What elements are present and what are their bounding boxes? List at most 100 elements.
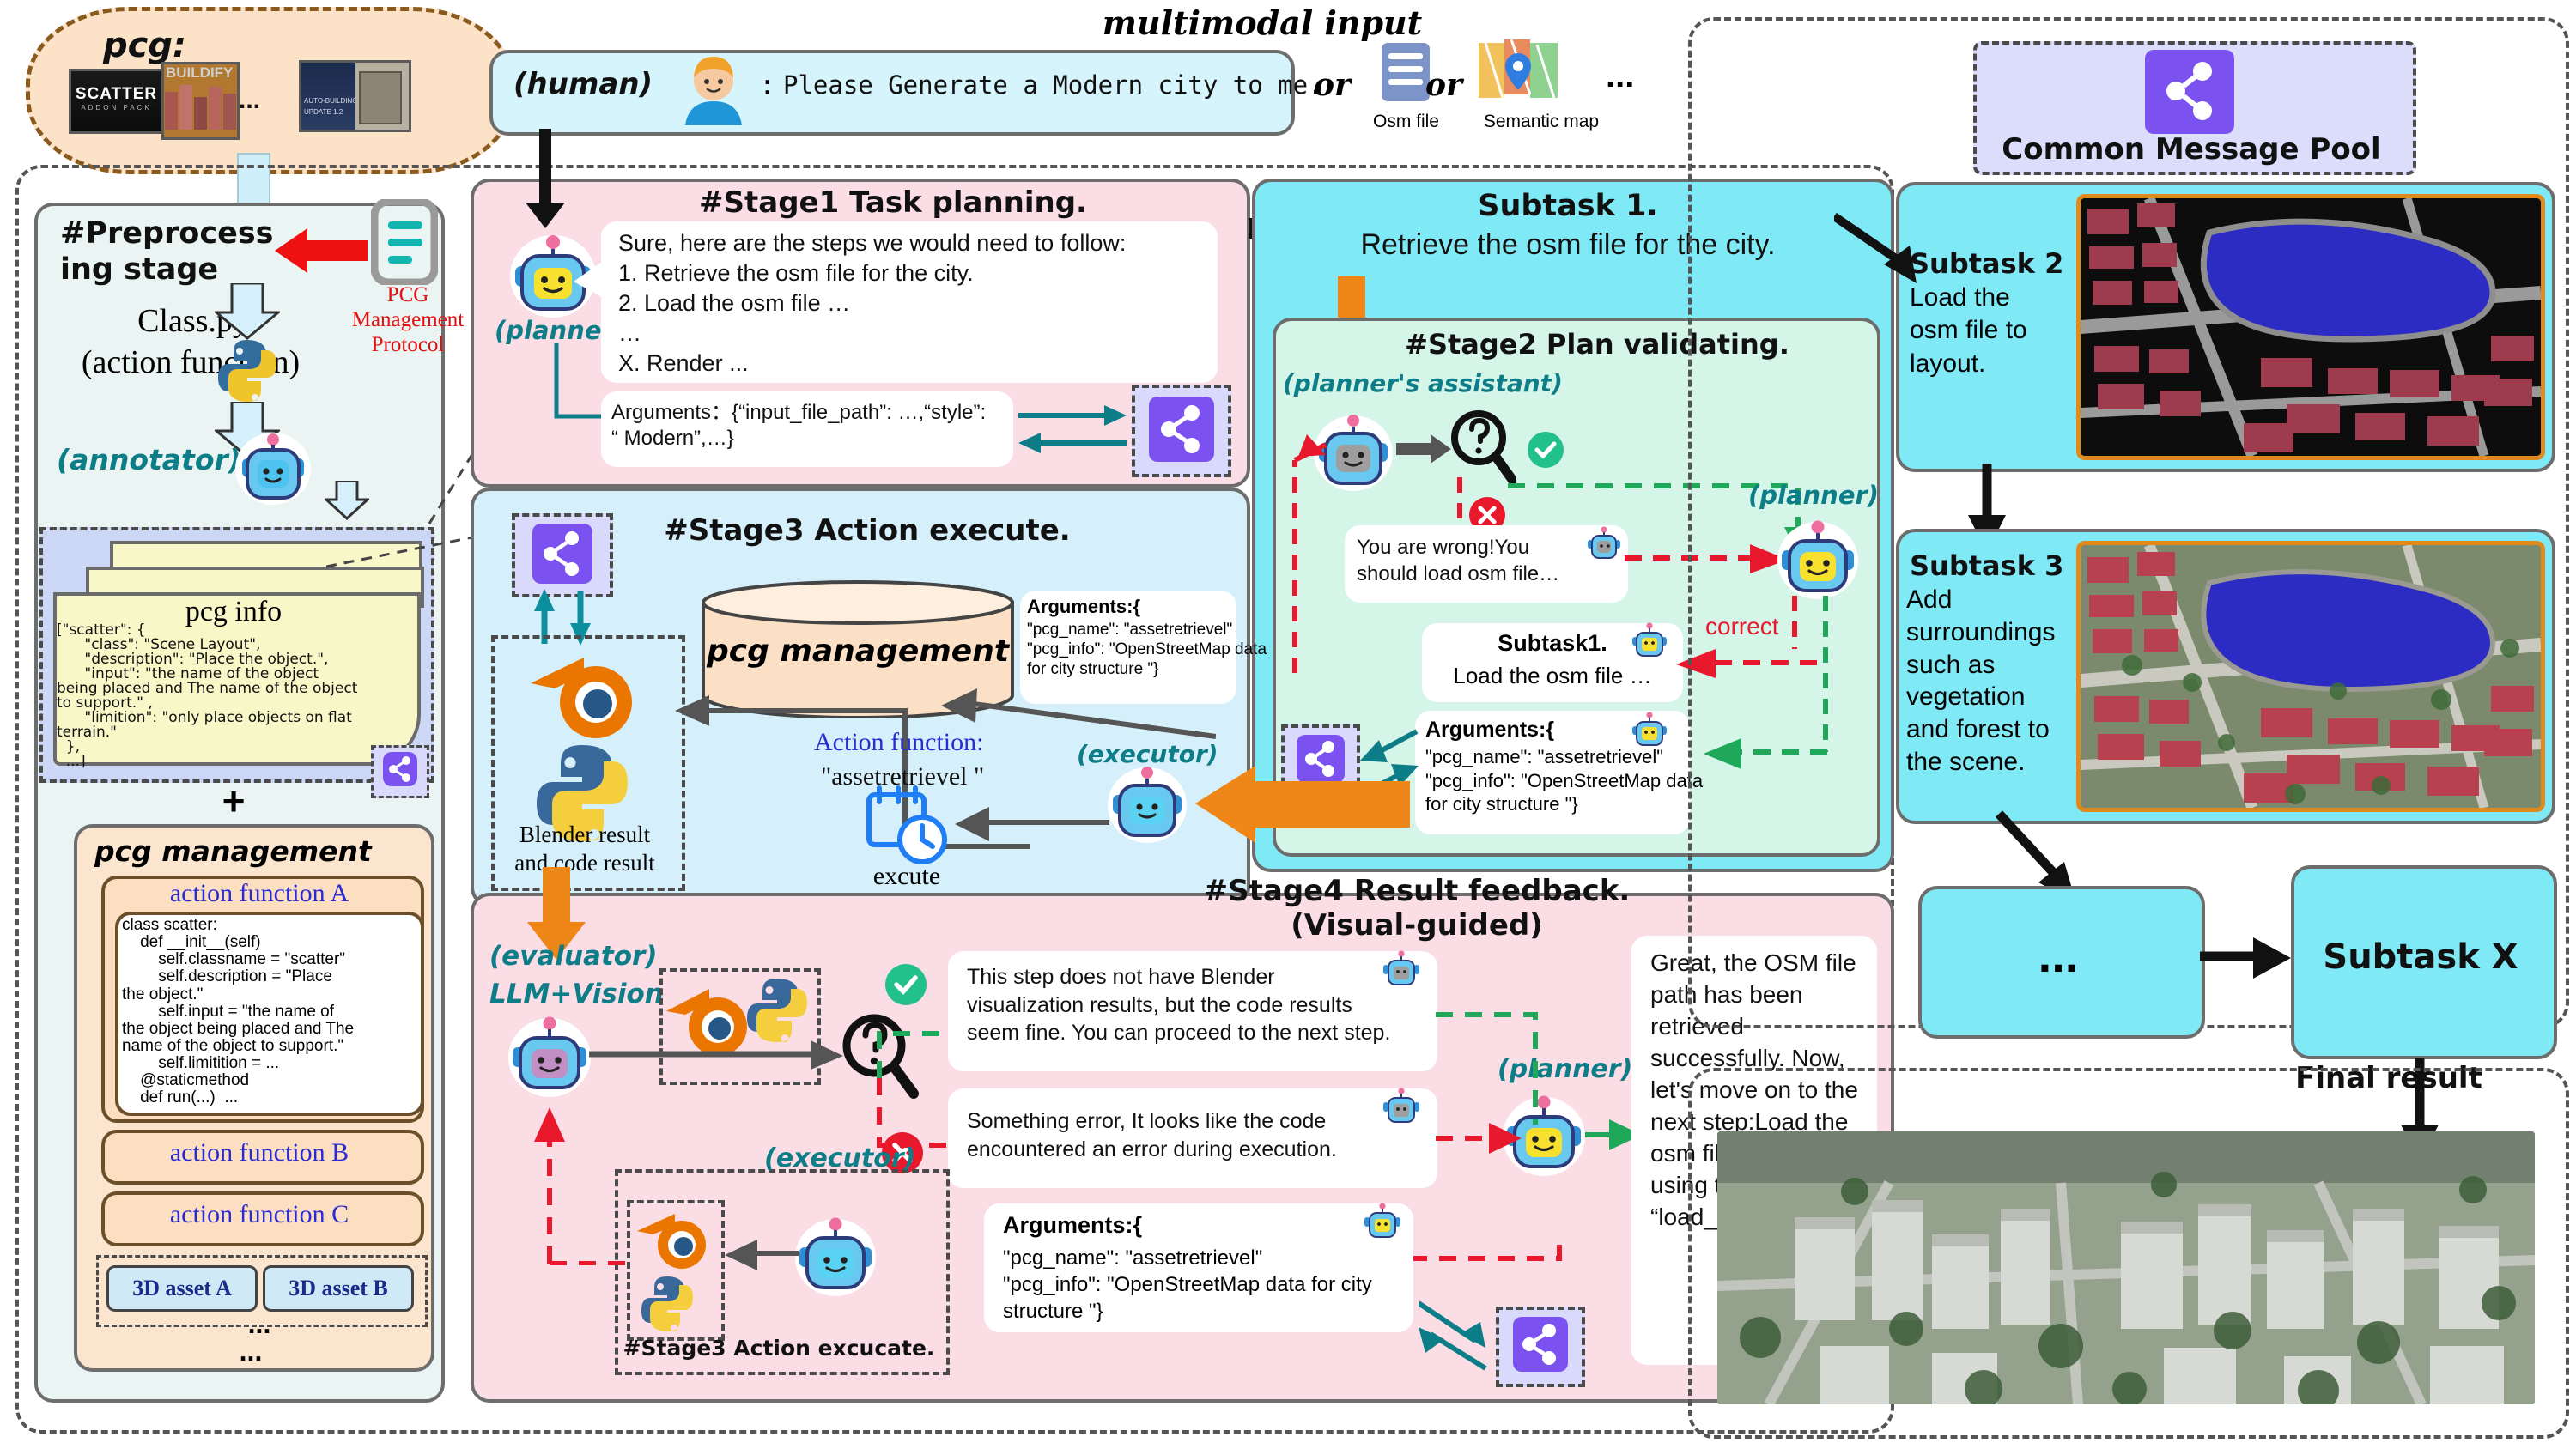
share-icon-wrap-stage4[interactable] <box>1496 1307 1585 1387</box>
stage3-title: #Stage3 Action execute. <box>664 513 1071 548</box>
human-prompt-text: Please Generate a Modern city to me. <box>783 70 1323 100</box>
final-result-image <box>1717 1131 2535 1404</box>
multimodal-input-title: multimodal input <box>1102 3 1423 42</box>
protocol-arrow-icon <box>273 225 368 276</box>
pcg-thumbnail-autobuilding: AUTO-BUILDING UPDATE 1.2 <box>299 60 411 132</box>
preprocessing-title-line2: ing stage <box>60 252 219 287</box>
evaluator-label: (evaluator) <box>489 941 658 972</box>
asset-b-box[interactable]: 3D asset B <box>263 1265 414 1312</box>
pcg-info-body: ["scatter": { "class": "Scene Layout", "… <box>57 621 358 770</box>
share-icon <box>1149 397 1214 462</box>
asset-a-box[interactable]: 3D asset A <box>106 1265 258 1312</box>
pcg-management-title: pcg management <box>94 834 372 868</box>
stage1-arguments-text: Arguments：{“input_file_path”: …,“style”:… <box>611 401 987 450</box>
python-icon-stage4 <box>742 975 812 1046</box>
arrow-subtask1-to-subtask2 <box>1834 212 1917 283</box>
pcg-cloud-label: pcg: <box>103 26 186 65</box>
stage1-plan-line-3: … <box>618 320 641 347</box>
share-icon-pool <box>2145 50 2234 134</box>
preprocess-bottom-ellipsis: ... <box>239 1336 263 1367</box>
arrow-err-to-planner <box>1436 1123 1522 1154</box>
annotator-label: (annotator) <box>57 443 241 476</box>
input-options-ellipsis: ... <box>1606 57 1635 94</box>
pcg-management-db-label: pcg management <box>706 634 1010 669</box>
stage1-plan-line-2: 2. Load the osm file … <box>618 290 851 317</box>
human-label: (human) <box>513 67 653 101</box>
arrow-executor-back-to-evaluator <box>534 1107 629 1265</box>
pcg-thumbnail-scatter: SCATTER ADDON PACK <box>69 69 164 134</box>
share-icon <box>532 524 592 584</box>
stage2-arguments-title: Arguments:{ <box>1425 718 1555 742</box>
stage1-plan-line-4: X. Render ... <box>618 350 749 377</box>
subtask2-text: Load the osm file to layout. <box>1910 283 2027 378</box>
stage1-arguments-share-arrows <box>1018 405 1127 453</box>
python-icon-preprocess <box>213 336 282 405</box>
share-icon-wrap-stage1[interactable] <box>1132 385 1231 477</box>
stage4-title-line2: (Visual-guided) <box>1291 908 1543 943</box>
annotator-robot-icon <box>234 426 313 505</box>
stage3-action-function-label: Action function: <box>814 728 984 756</box>
pcg-protocol-doc-icon <box>371 199 438 285</box>
preprocessing-title-line1: #Preprocess <box>60 216 274 251</box>
subtaskx-label: Subtask X <box>2323 937 2518 977</box>
action-function-b-label: action function B <box>169 1138 349 1167</box>
arrow-executor-to-execute <box>955 807 1109 841</box>
input-or-2: or <box>1425 67 1462 103</box>
stage3-arguments-title: Arguments:{ <box>1027 596 1141 617</box>
planner-mini-icon-subtask <box>1630 620 1669 659</box>
action-function-a-label: action function A <box>169 879 349 907</box>
stage4-err-msg-text: Something error, It looks like the code … <box>967 1109 1337 1161</box>
arrow-ellipsis-to-subtaskx <box>2200 937 2291 979</box>
stage1-plan-lines: Sure, here are the steps we would need t… <box>618 228 1211 379</box>
stage1-title: #Stage1 Task planning. <box>699 185 1087 220</box>
evaluator-sub-label: LLM+Vision <box>489 979 664 1009</box>
share-icon <box>1513 1317 1568 1372</box>
subtask3-heading: Subtask 3 <box>1910 549 2064 582</box>
common-message-pool-label: Common Message Pool <box>2002 132 2381 167</box>
down-arrow-upper <box>215 283 280 340</box>
subtask2-render-image <box>2076 194 2545 460</box>
arrow-assistant-to-magnifier <box>1396 434 1451 464</box>
semantic-map-label: Semantic map <box>1483 112 1600 131</box>
preprocess-plus: + <box>222 779 246 823</box>
human-avatar <box>678 53 749 125</box>
evaluator-robot-icon <box>507 1011 592 1097</box>
evaluator-mini-icon-ok <box>1381 948 1422 989</box>
execute-label: excute <box>872 862 941 890</box>
input-or-1: or <box>1314 67 1351 103</box>
cloud-ellipsis: ... <box>239 86 261 114</box>
stage2-arguments-body: "pcg_name": "assetretrievel" "pcg_info":… <box>1425 746 1704 815</box>
python-icon-stage4-exec <box>637 1274 697 1334</box>
stage2-assistant-label: (planner's assistant) <box>1283 369 1563 397</box>
arrow-evaluator-to-magnifier <box>589 1040 843 1070</box>
arrow-stage2-to-executor <box>1195 766 1410 843</box>
stage4-ok-msg-text: This step does not have Blender visualiz… <box>967 965 1391 1045</box>
semantic-map-icon <box>1477 38 1559 110</box>
ellipsis-panel-label: ... <box>2038 928 2079 982</box>
subtask2-heading: Subtask 2 <box>1910 247 2064 280</box>
evaluator-mini-icon-err <box>1381 1085 1422 1126</box>
stage4-arguments-title: Arguments:{ <box>1003 1212 1143 1238</box>
share-icon-wrap-stage3[interactable] <box>512 513 613 597</box>
osm-file-label: Osm file <box>1372 112 1439 131</box>
executor-robot-icon-stage4 <box>793 1212 878 1296</box>
subtask3-render-image <box>2076 541 2545 812</box>
stage4-title-line1: #Stage4 Result feedback. <box>1203 874 1631 908</box>
action-function-label: (action function) <box>81 344 301 380</box>
action-function-a-code-text: class scatter: def __init__(self) self.c… <box>122 916 355 1107</box>
subtask3-text: Add surroundings such as vegetation and … <box>1906 585 2056 776</box>
class-py-label: Class.py <box>137 303 249 339</box>
planner-mini-icon-stage4-args <box>1362 1200 1403 1241</box>
planner-mini-icon-arguments <box>1630 709 1669 749</box>
execute-clock-icon <box>864 783 950 867</box>
stage1-bubble-tail <box>574 258 608 300</box>
human-colon: : <box>759 69 776 101</box>
stage3-arguments-body: "pcg_name": "assetretrievel" "pcg_info":… <box>1027 621 1267 679</box>
stage2-wrong-msg-text: You are wrong!You should load osm file… <box>1357 536 1560 586</box>
stage1-plan-line-0: Sure, here are the steps we would need t… <box>618 230 1127 256</box>
blender-icon-stage3 <box>524 646 644 749</box>
stage2-subtask1-text: Load the osm file … <box>1453 663 1652 688</box>
stage2-red-left-loop <box>1292 434 1327 673</box>
action-function-c-label: action function C <box>169 1200 349 1228</box>
stage4-executor-label: (executor) <box>764 1143 916 1173</box>
